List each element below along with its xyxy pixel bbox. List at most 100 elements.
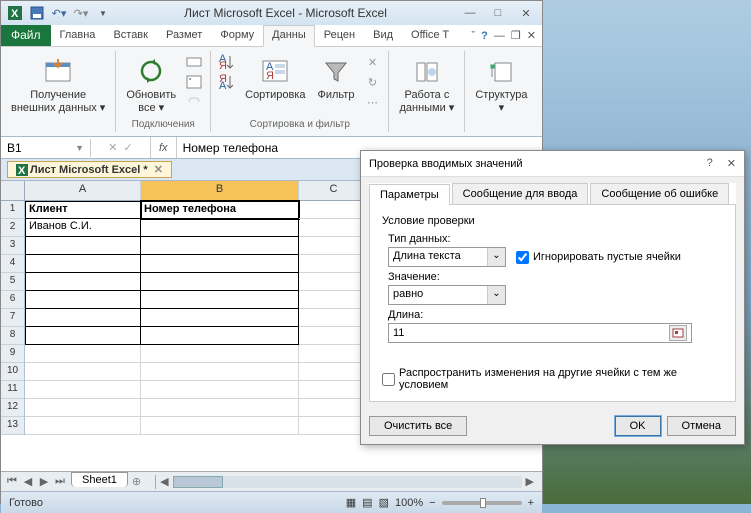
sort-desc-icon[interactable]: ЯА xyxy=(217,73,237,91)
allow-combo[interactable]: Длина текста ⌄ xyxy=(388,247,506,267)
sort-asc-icon[interactable]: АЯ xyxy=(217,53,237,71)
cell[interactable] xyxy=(25,399,141,417)
cell[interactable] xyxy=(299,255,369,273)
cell[interactable] xyxy=(141,255,299,273)
dialog-tab-error-msg[interactable]: Сообщение об ошибке xyxy=(590,183,729,204)
select-all-corner[interactable] xyxy=(1,181,25,201)
tab-review[interactable]: Рецен xyxy=(315,25,364,46)
clear-all-button[interactable]: Очистить все xyxy=(369,416,467,436)
cell[interactable]: Номер телефона xyxy=(141,201,299,219)
row-header[interactable]: 10 xyxy=(1,363,24,381)
sheet-nav-next-icon[interactable]: ▶ xyxy=(37,475,51,488)
cell[interactable] xyxy=(299,237,369,255)
connections-icon[interactable] xyxy=(184,53,204,71)
cell[interactable] xyxy=(25,363,141,381)
refresh-all-button[interactable]: Обновить все ▾ xyxy=(122,53,180,116)
tab-formulas[interactable]: Форму xyxy=(211,25,263,46)
redo-icon[interactable]: ↷▾ xyxy=(71,4,91,22)
range-selector-icon[interactable] xyxy=(669,325,687,341)
cell[interactable] xyxy=(141,381,299,399)
fx-icon[interactable]: fx xyxy=(151,137,177,158)
view-layout-icon[interactable]: ▤ xyxy=(362,496,372,509)
save-icon[interactable] xyxy=(27,4,47,22)
tab-insert[interactable]: Вставк xyxy=(104,25,157,46)
row-header[interactable]: 7 xyxy=(1,309,24,327)
cell[interactable]: Иванов С.И. xyxy=(25,219,141,237)
col-header[interactable]: C xyxy=(299,181,369,200)
mdi-close-icon[interactable]: ✕ xyxy=(527,29,536,42)
data-tools-button[interactable]: Работа с данными ▾ xyxy=(395,53,458,116)
cell[interactable] xyxy=(141,309,299,327)
row-header[interactable]: 1 xyxy=(1,201,24,219)
name-box[interactable]: ▼ xyxy=(1,139,91,157)
cell[interactable] xyxy=(299,345,369,363)
cell[interactable] xyxy=(25,237,141,255)
cell[interactable] xyxy=(25,273,141,291)
sheet-tab[interactable]: Sheet1 xyxy=(71,472,128,487)
minimize-icon[interactable]: — xyxy=(458,5,482,21)
cell[interactable] xyxy=(299,219,369,237)
view-break-icon[interactable]: ▧ xyxy=(379,496,389,509)
tab-data[interactable]: Данны xyxy=(263,25,315,47)
cell[interactable] xyxy=(141,291,299,309)
properties-icon[interactable] xyxy=(184,73,204,91)
qat-dropdown-icon[interactable]: ▼ xyxy=(93,4,113,22)
cell[interactable] xyxy=(25,345,141,363)
cell[interactable] xyxy=(141,273,299,291)
cell[interactable] xyxy=(299,273,369,291)
row-header[interactable]: 2 xyxy=(1,219,24,237)
row-header[interactable]: 8 xyxy=(1,327,24,345)
col-header[interactable]: B xyxy=(141,181,299,200)
row-header[interactable]: 3 xyxy=(1,237,24,255)
cell[interactable]: Клиент xyxy=(25,201,141,219)
dialog-titlebar[interactable]: Проверка вводимых значений ? ✕ xyxy=(361,151,744,177)
col-header[interactable]: A xyxy=(25,181,141,200)
hscroll-thumb[interactable] xyxy=(173,476,223,488)
reapply-icon[interactable]: ↻ xyxy=(362,73,382,91)
cell[interactable] xyxy=(299,363,369,381)
workbook-tab[interactable]: X Лист Microsoft Excel * ✕ xyxy=(7,161,172,178)
row-header[interactable]: 13 xyxy=(1,417,24,435)
cell[interactable] xyxy=(141,399,299,417)
undo-icon[interactable]: ↶▾ xyxy=(49,4,69,22)
cell[interactable] xyxy=(141,327,299,345)
cell[interactable] xyxy=(25,309,141,327)
zoom-in-icon[interactable]: + xyxy=(528,497,534,509)
cell[interactable] xyxy=(299,417,369,435)
row-header[interactable]: 11 xyxy=(1,381,24,399)
close-icon[interactable]: ✕ xyxy=(514,5,538,21)
row-header[interactable]: 5 xyxy=(1,273,24,291)
edit-links-icon[interactable] xyxy=(184,93,204,111)
hscroll-right-icon[interactable]: ▶ xyxy=(522,475,538,488)
cell[interactable] xyxy=(141,345,299,363)
maximize-icon[interactable]: □ xyxy=(486,5,510,21)
cell[interactable] xyxy=(25,327,141,345)
length-input[interactable]: 11 xyxy=(388,323,692,343)
zoom-out-icon[interactable]: − xyxy=(429,497,435,509)
propagate-checkbox[interactable]: Распространить изменения на другие ячейк… xyxy=(382,367,723,391)
help-icon[interactable]: ? xyxy=(481,30,488,42)
tab-home[interactable]: Главна xyxy=(51,25,105,46)
zoom-handle[interactable] xyxy=(480,498,486,508)
cell[interactable] xyxy=(299,381,369,399)
cell[interactable] xyxy=(299,327,369,345)
row-header[interactable]: 6 xyxy=(1,291,24,309)
dialog-help-icon[interactable]: ? xyxy=(707,157,713,170)
row-header[interactable]: 9 xyxy=(1,345,24,363)
dialog-close-icon[interactable]: ✕ xyxy=(727,157,736,170)
ok-button[interactable]: OK xyxy=(615,416,661,436)
tab-view[interactable]: Вид xyxy=(364,25,402,46)
excel-icon[interactable]: X xyxy=(5,4,25,22)
cell[interactable] xyxy=(299,291,369,309)
hscroll-left-icon[interactable]: ◀ xyxy=(156,475,172,488)
filter-button[interactable]: Фильтр xyxy=(314,53,359,103)
zoom-level[interactable]: 100% xyxy=(395,497,423,509)
data-combo[interactable]: равно ⌄ xyxy=(388,285,506,305)
cell[interactable] xyxy=(299,399,369,417)
row-header[interactable]: 4 xyxy=(1,255,24,273)
clear-filter-icon[interactable]: ✕ xyxy=(362,53,382,71)
new-sheet-icon[interactable]: ⊕ xyxy=(132,475,141,488)
cell[interactable] xyxy=(25,291,141,309)
cell[interactable] xyxy=(141,237,299,255)
cell[interactable] xyxy=(25,417,141,435)
